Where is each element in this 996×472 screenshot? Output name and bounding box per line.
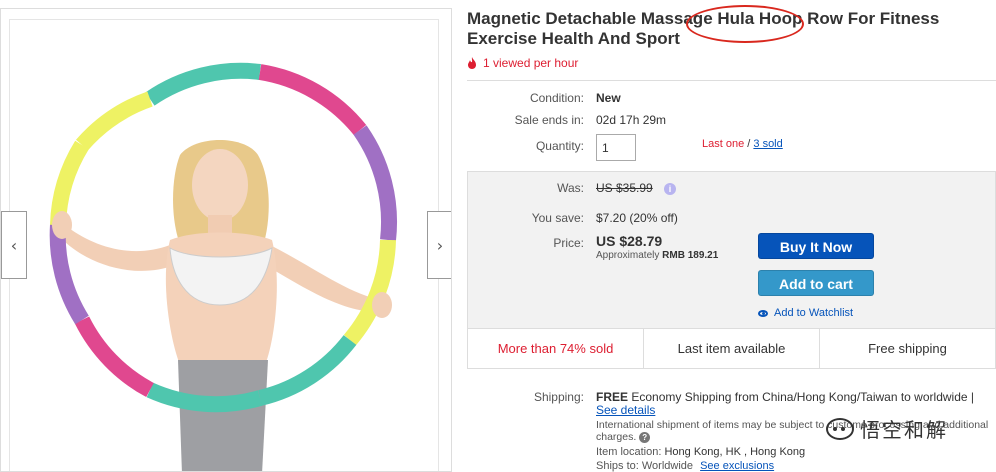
buy-it-now-button[interactable]: Buy It Now bbox=[758, 233, 874, 259]
add-to-cart-button[interactable]: Add to cart bbox=[758, 270, 874, 296]
divider bbox=[467, 80, 996, 81]
sold-count-link[interactable]: 3 sold bbox=[753, 138, 782, 150]
shipping-free: FREE bbox=[596, 390, 629, 404]
item-location: Item location: Hong Kong, HK , Hong Kong bbox=[596, 446, 805, 458]
gallery-next-button[interactable]: › bbox=[427, 211, 451, 279]
chat-bubble-icon bbox=[826, 417, 854, 440]
chevron-left-icon: ‹ bbox=[10, 235, 18, 255]
flame-icon bbox=[468, 57, 476, 69]
you-save-label: You save: bbox=[531, 211, 584, 225]
item-location-label: Item location: bbox=[596, 446, 662, 458]
see-details-link[interactable]: See details bbox=[596, 403, 655, 417]
watchlist-label: Add to Watchlist bbox=[774, 307, 854, 319]
info-icon[interactable]: i bbox=[664, 182, 677, 195]
annotation-circle bbox=[686, 5, 804, 43]
see-exclusions-link[interactable]: See exclusions bbox=[700, 460, 774, 472]
views-indicator: 1 viewed per hour bbox=[467, 56, 578, 70]
current-price: US $28.79 bbox=[596, 233, 663, 249]
approx-text: Approximately bbox=[596, 250, 660, 261]
highlight-last-item: Last item available bbox=[644, 329, 820, 368]
shipping-label: Shipping: bbox=[533, 390, 584, 404]
highlights-bar: More than 74% sold Last item available F… bbox=[467, 329, 996, 369]
availability-note: Last one / 3 sold bbox=[702, 138, 783, 150]
ships-to-value: Worldwide bbox=[641, 460, 694, 472]
quantity-input[interactable] bbox=[596, 134, 636, 161]
separator: / bbox=[747, 138, 751, 150]
highlight-free-shipping: Free shipping bbox=[868, 341, 947, 356]
condition-value: New bbox=[596, 91, 621, 105]
last-one-text: Last one bbox=[702, 138, 745, 150]
eye-icon bbox=[758, 309, 768, 317]
watermark-text: 悟空和解 bbox=[860, 420, 948, 442]
quantity-label: Quantity: bbox=[535, 139, 584, 153]
product-image[interactable] bbox=[9, 19, 439, 471]
ships-to: Ships to: Worldwide See exclusions bbox=[596, 460, 774, 472]
shipping-method: FREE Economy Shipping from China/Hong Ko… bbox=[596, 390, 974, 404]
you-save-value: $7.20 (20% off) bbox=[596, 211, 678, 225]
was-price-row: US $35.99 i bbox=[596, 181, 677, 195]
hula-hoop-photo bbox=[49, 62, 398, 471]
was-label: Was: bbox=[557, 181, 584, 195]
help-icon[interactable]: ? bbox=[639, 431, 651, 443]
was-price: US $35.99 bbox=[596, 181, 653, 195]
gallery-prev-button[interactable]: ‹ bbox=[1, 211, 27, 279]
price-label: Price: bbox=[553, 236, 584, 250]
ships-to-label: Ships to: bbox=[596, 460, 639, 472]
sale-ends-value: 02d 17h 29m bbox=[596, 113, 667, 127]
highlight-sold-percent: More than 74% sold bbox=[468, 329, 644, 368]
approx-value: RMB 189.21 bbox=[662, 250, 719, 261]
sale-ends-label: Sale ends in: bbox=[514, 113, 584, 127]
shipping-method-text: Economy Shipping from China/Hong Kong/Ta… bbox=[631, 390, 974, 404]
item-location-value: Hong Kong, HK , Hong Kong bbox=[664, 446, 806, 458]
add-to-watchlist-link[interactable]: Add to Watchlist bbox=[758, 307, 853, 319]
approx-price: Approximately RMB 189.21 bbox=[596, 250, 718, 261]
product-image-panel: ‹ › bbox=[0, 8, 452, 472]
condition-label: Condition: bbox=[529, 91, 584, 105]
watermark: 悟空和解 bbox=[826, 414, 948, 443]
views-text: 1 viewed per hour bbox=[483, 56, 579, 70]
model-figure bbox=[58, 140, 382, 471]
chevron-right-icon: › bbox=[436, 235, 444, 255]
